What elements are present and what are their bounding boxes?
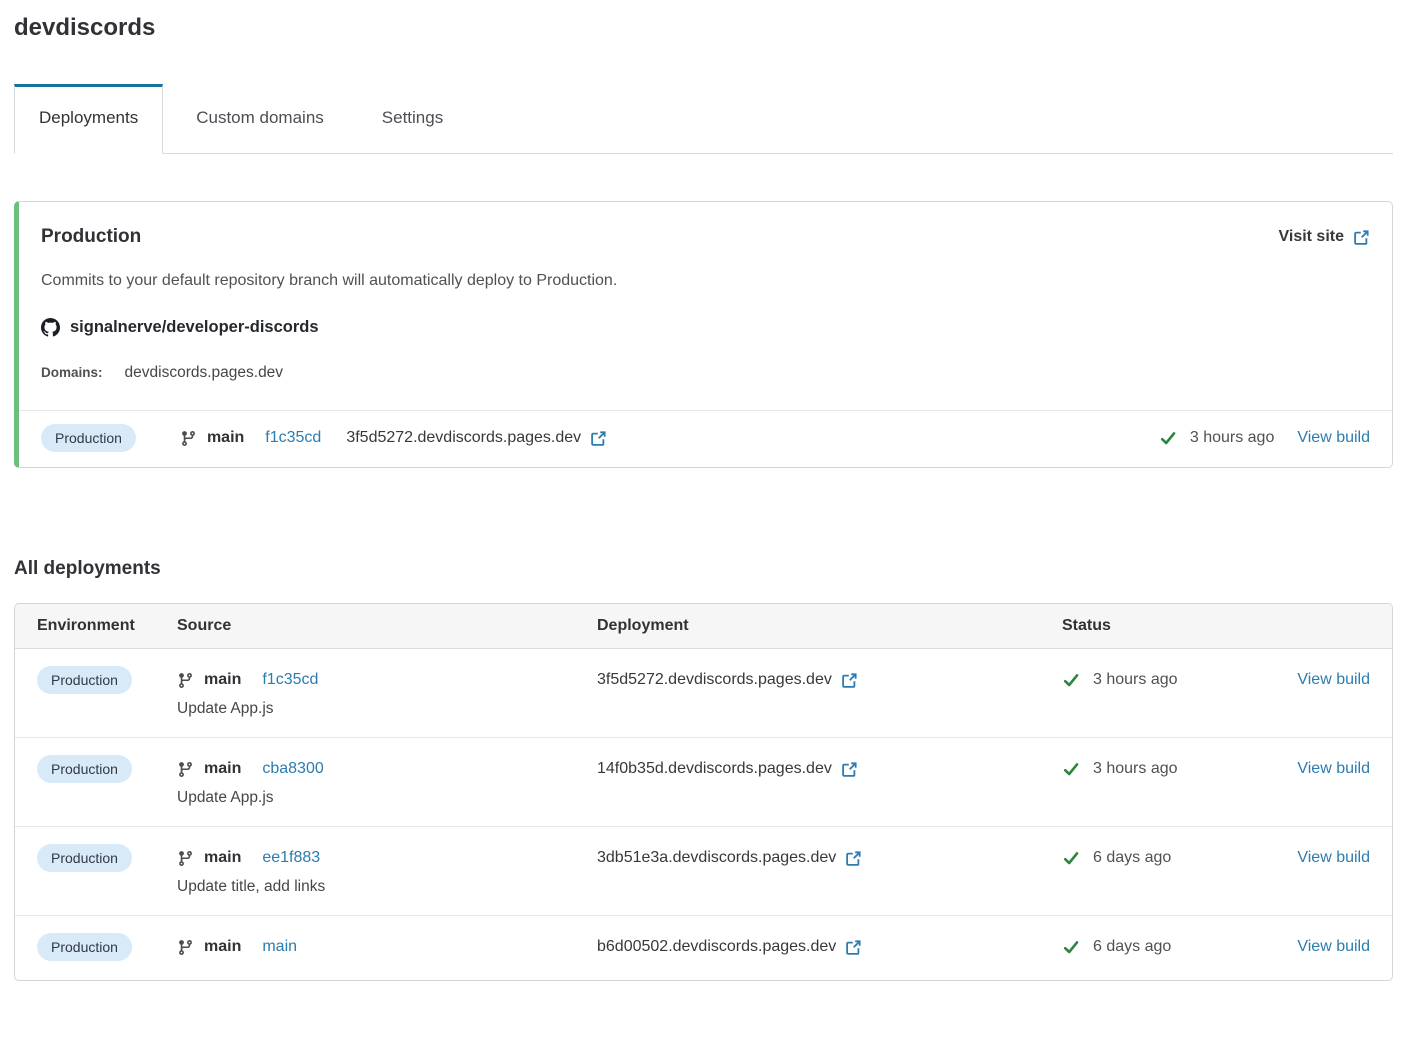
- status-time: 6 days ago: [1093, 849, 1171, 867]
- deployment-url: 3db51e3a.devdiscords.pages.dev: [597, 849, 862, 867]
- git-branch-icon: [177, 850, 194, 867]
- tab-bar: Deployments Custom domains Settings: [14, 84, 1393, 154]
- commit-link[interactable]: f1c35cd: [262, 671, 318, 689]
- deployment-url-text: 3f5d5272.devdiscords.pages.dev: [346, 429, 581, 447]
- github-icon: [41, 318, 60, 337]
- commit-link[interactable]: f1c35cd: [265, 429, 321, 447]
- git-branch-icon: [177, 672, 194, 689]
- deployments-table: Environment Source Deployment Status Pro…: [14, 603, 1393, 981]
- visit-site-link[interactable]: Visit site: [1278, 228, 1370, 246]
- external-link-icon[interactable]: [841, 672, 858, 689]
- success-check-icon: [1062, 761, 1080, 777]
- success-check-icon: [1159, 430, 1177, 446]
- tab-deployments[interactable]: Deployments: [14, 84, 163, 154]
- git-branch-icon: [180, 430, 197, 447]
- status-time: 3 hours ago: [1190, 429, 1275, 447]
- production-heading: Production: [41, 226, 141, 248]
- success-check-icon: [1062, 850, 1080, 866]
- external-link-icon[interactable]: [845, 850, 862, 867]
- commit-message: Update App.js: [177, 700, 597, 718]
- environment-badge: Production: [37, 755, 132, 783]
- environment-badge: Production: [37, 666, 132, 694]
- pages-project-page: devdiscords Deployments Custom domains S…: [0, 0, 1413, 981]
- deployment-url: 3f5d5272.devdiscords.pages.dev: [597, 671, 858, 689]
- table-row: Production main cba8300 Update App.js 14…: [15, 737, 1392, 826]
- commit-link[interactable]: main: [262, 938, 297, 956]
- view-build-link[interactable]: View build: [1297, 849, 1370, 867]
- external-link-icon: [1353, 229, 1370, 246]
- table-header-row: Environment Source Deployment Status: [15, 604, 1392, 649]
- deployment-url-text: 14f0b35d.devdiscords.pages.dev: [597, 760, 832, 778]
- commit-message: Update title, add links: [177, 878, 597, 896]
- all-deployments-heading: All deployments: [14, 558, 1393, 580]
- external-link-icon[interactable]: [841, 761, 858, 778]
- branch-name: main: [204, 760, 241, 778]
- production-card: Production Visit site Commits to your de…: [14, 201, 1393, 468]
- commit-link[interactable]: cba8300: [262, 760, 323, 778]
- column-header-environment: Environment: [37, 617, 177, 635]
- column-header-status: Status: [1062, 617, 1370, 635]
- table-row: Production main ee1f883 Update title, ad…: [15, 826, 1392, 915]
- deployment-status: 3 hours ago: [1159, 429, 1275, 447]
- table-row: Production main f1c35cd Update App.js 3f…: [15, 649, 1392, 737]
- domains-label: Domains:: [41, 365, 103, 380]
- commit-message: Update App.js: [177, 789, 597, 807]
- environment-badge: Production: [41, 424, 136, 452]
- domains-value: devdiscords.pages.dev: [125, 364, 284, 382]
- view-build-link[interactable]: View build: [1297, 671, 1370, 689]
- column-header-source: Source: [177, 617, 597, 635]
- domains-row: Domains: devdiscords.pages.dev: [19, 337, 1392, 382]
- environment-badge: Production: [37, 844, 132, 872]
- deployment-status: 3 hours ago: [1062, 760, 1178, 778]
- deployment-url: b6d00502.devdiscords.pages.dev: [597, 938, 862, 956]
- table-row: Production main main b6d00502.devdiscord…: [15, 915, 1392, 980]
- view-build-link[interactable]: View build: [1297, 938, 1370, 956]
- branch-name: main: [204, 671, 241, 689]
- external-link-icon[interactable]: [845, 939, 862, 956]
- page-title: devdiscords: [14, 14, 1393, 42]
- view-build-link[interactable]: View build: [1297, 760, 1370, 778]
- branch-name: main: [207, 429, 244, 447]
- deployment-status: 3 hours ago: [1062, 671, 1178, 689]
- deployment-url: 14f0b35d.devdiscords.pages.dev: [597, 760, 858, 778]
- tab-settings[interactable]: Settings: [357, 84, 468, 153]
- deployment-url-text: b6d00502.devdiscords.pages.dev: [597, 938, 836, 956]
- branch-name: main: [204, 849, 241, 867]
- tab-custom-domains[interactable]: Custom domains: [171, 84, 349, 153]
- deployment-url: 3f5d5272.devdiscords.pages.dev: [346, 429, 607, 447]
- latest-deployment-row: Production main f1c35cd 3f5d5272.devdisc…: [19, 410, 1392, 467]
- repository-row: signalnerve/developer-discords: [19, 290, 1392, 337]
- branch-name: main: [204, 938, 241, 956]
- success-check-icon: [1062, 672, 1080, 688]
- column-header-deployment: Deployment: [597, 617, 1062, 635]
- deployment-url-text: 3f5d5272.devdiscords.pages.dev: [597, 671, 832, 689]
- deployment-url-text: 3db51e3a.devdiscords.pages.dev: [597, 849, 836, 867]
- status-time: 6 days ago: [1093, 938, 1171, 956]
- external-link-icon[interactable]: [590, 430, 607, 447]
- repository-name: signalnerve/developer-discords: [70, 318, 319, 337]
- view-build-link[interactable]: View build: [1297, 429, 1370, 447]
- deployment-status: 6 days ago: [1062, 849, 1171, 867]
- visit-site-label: Visit site: [1278, 228, 1344, 246]
- success-check-icon: [1062, 939, 1080, 955]
- deployment-status: 6 days ago: [1062, 938, 1171, 956]
- git-branch-icon: [177, 761, 194, 778]
- git-branch-icon: [177, 939, 194, 956]
- commit-link[interactable]: ee1f883: [262, 849, 320, 867]
- status-time: 3 hours ago: [1093, 671, 1178, 689]
- status-time: 3 hours ago: [1093, 760, 1178, 778]
- environment-badge: Production: [37, 933, 132, 961]
- production-description: Commits to your default repository branc…: [19, 248, 1392, 290]
